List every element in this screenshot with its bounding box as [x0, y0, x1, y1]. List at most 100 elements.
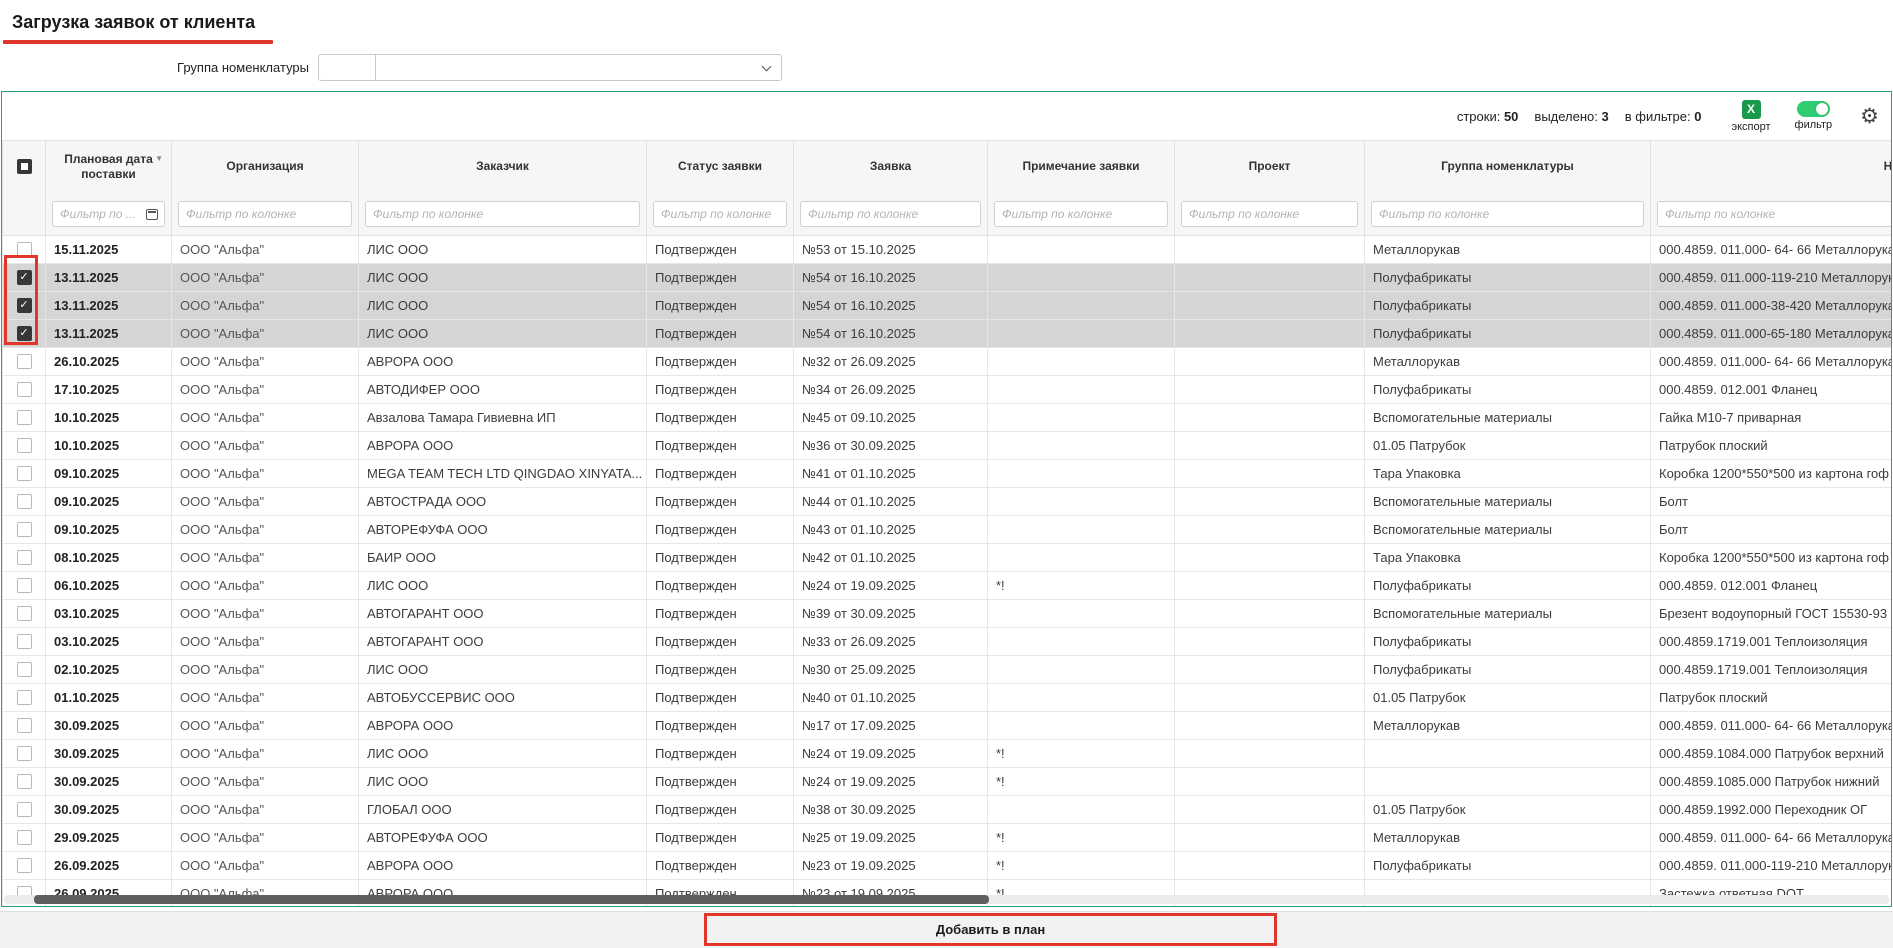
row-checkbox[interactable]: [17, 746, 32, 761]
column-header-nomenclature[interactable]: Номенклатура: [1651, 141, 1892, 193]
table-row[interactable]: 02.10.2025ООО "Альфа"ЛИС ОООПодтвержден№…: [3, 656, 1892, 684]
table-row[interactable]: 01.10.2025ООО "Альфа"АВТОБУССЕРВИС ОООПо…: [3, 684, 1892, 712]
filter-toggle[interactable]: фильтр: [1795, 101, 1833, 131]
cell-note: [988, 656, 1175, 684]
filter-input-request[interactable]: [800, 201, 981, 227]
table-row[interactable]: 30.09.2025ООО "Альфа"ГЛОБАЛ ОООПодтвержд…: [3, 796, 1892, 824]
cell-org: ООО "Альфа": [172, 852, 359, 880]
table-row[interactable]: ✓13.11.2025ООО "Альфа"ЛИС ОООПодтвержден…: [3, 292, 1892, 320]
row-checkbox[interactable]: ✓: [17, 326, 32, 341]
cell-customer: MEGA TEAM TECH LTD QINGDAO XINYATA...: [359, 460, 647, 488]
column-header-customer[interactable]: Заказчик: [359, 141, 647, 193]
row-checkbox[interactable]: [17, 802, 32, 817]
cell-group: Вспомогательные материалы: [1365, 404, 1651, 432]
table-row[interactable]: 09.10.2025ООО "Альфа"АВТОСТРАДА ОООПодтв…: [3, 488, 1892, 516]
cell-request: №33 от 26.09.2025: [794, 628, 988, 656]
row-checkbox[interactable]: [17, 354, 32, 369]
column-header-group[interactable]: Группа номенклатуры: [1365, 141, 1651, 193]
row-checkbox[interactable]: [17, 550, 32, 565]
column-header-note[interactable]: Примечание заявки: [988, 141, 1175, 193]
filter-input-nomenclature[interactable]: [1657, 201, 1891, 227]
cell-date: 26.09.2025: [46, 852, 172, 880]
table-row[interactable]: 30.09.2025ООО "Альфа"ЛИС ОООПодтвержден№…: [3, 768, 1892, 796]
column-header-request[interactable]: Заявка: [794, 141, 988, 193]
filter-input-status[interactable]: [653, 201, 787, 227]
table-row[interactable]: 15.11.2025ООО "Альфа"ЛИС ОООПодтвержден№…: [3, 236, 1892, 264]
cell-request: №24 от 19.09.2025: [794, 768, 988, 796]
row-select-cell: ✓: [3, 320, 46, 348]
table-row[interactable]: 09.10.2025ООО "Альфа"АВТОРЕФУФА ОООПодтв…: [3, 516, 1892, 544]
cell-customer: АВРОРА ООО: [359, 348, 647, 376]
filter-input-org[interactable]: [178, 201, 352, 227]
export-button[interactable]: X экспорт: [1731, 100, 1770, 133]
filter-input-group[interactable]: [1371, 201, 1644, 227]
column-header-date[interactable]: Плановая дата поставки▼: [46, 141, 172, 193]
table-row[interactable]: 10.10.2025ООО "Альфа"Авзалова Тамара Гив…: [3, 404, 1892, 432]
row-checkbox[interactable]: [17, 830, 32, 845]
group-select[interactable]: [376, 54, 782, 81]
row-checkbox[interactable]: [17, 410, 32, 425]
cell-note: [988, 404, 1175, 432]
cell-status: Подтвержден: [647, 572, 794, 600]
row-select-cell: [3, 404, 46, 432]
gear-icon[interactable]: ⚙: [1860, 106, 1879, 127]
table-row[interactable]: 26.10.2025ООО "Альфа"АВРОРА ОООПодтвержд…: [3, 348, 1892, 376]
row-checkbox[interactable]: [17, 718, 32, 733]
cell-nomenclature: Коробка 1200*550*500 из картона гоф: [1651, 544, 1892, 572]
group-code-input[interactable]: [318, 54, 376, 81]
table-row[interactable]: 03.10.2025ООО "Альфа"АВТОГАРАНТ ОООПодтв…: [3, 628, 1892, 656]
column-header-org[interactable]: Организация: [172, 141, 359, 193]
cell-status: Подтвержден: [647, 320, 794, 348]
row-checkbox[interactable]: [17, 438, 32, 453]
cell-request: №32 от 26.09.2025: [794, 348, 988, 376]
row-checkbox[interactable]: [17, 242, 32, 257]
row-checkbox[interactable]: [17, 662, 32, 677]
column-header-status[interactable]: Статус заявки: [647, 141, 794, 193]
calendar-icon[interactable]: [146, 209, 158, 220]
row-checkbox[interactable]: [17, 858, 32, 873]
filter-cell-request: [794, 193, 988, 236]
table-row[interactable]: 29.09.2025ООО "Альфа"АВТОРЕФУФА ОООПодтв…: [3, 824, 1892, 852]
table-row[interactable]: 30.09.2025ООО "Альфа"АВРОРА ОООПодтвержд…: [3, 712, 1892, 740]
table-row[interactable]: 08.10.2025ООО "Альфа"БАИР ОООПодтвержден…: [3, 544, 1892, 572]
filter-input-note[interactable]: [994, 201, 1168, 227]
table-row[interactable]: 09.10.2025ООО "Альфа"MEGA TEAM TECH LTD …: [3, 460, 1892, 488]
table-row[interactable]: 06.10.2025ООО "Альфа"ЛИС ОООПодтвержден№…: [3, 572, 1892, 600]
row-checkbox[interactable]: [17, 606, 32, 621]
row-checkbox[interactable]: [17, 690, 32, 705]
row-checkbox[interactable]: [17, 634, 32, 649]
cell-group: Металлорукав: [1365, 348, 1651, 376]
row-checkbox[interactable]: [17, 494, 32, 509]
table-row[interactable]: ✓13.11.2025ООО "Альфа"ЛИС ОООПодтвержден…: [3, 264, 1892, 292]
table-row[interactable]: 26.09.2025ООО "Альфа"АВРОРА ОООПодтвержд…: [3, 852, 1892, 880]
table-row[interactable]: 17.10.2025ООО "Альфа"АВТОДИФЕР ОООПодтве…: [3, 376, 1892, 404]
row-checkbox[interactable]: ✓: [17, 298, 32, 313]
table-row[interactable]: ✓13.11.2025ООО "Альфа"ЛИС ОООПодтвержден…: [3, 320, 1892, 348]
row-checkbox[interactable]: [17, 522, 32, 537]
cell-org: ООО "Альфа": [172, 376, 359, 404]
requests-table: Плановая дата поставки▼ОрганизацияЗаказч…: [2, 140, 1891, 907]
add-to-plan-button[interactable]: Добавить в план: [704, 913, 1277, 946]
row-checkbox[interactable]: ✓: [17, 270, 32, 285]
filter-input-project[interactable]: [1181, 201, 1358, 227]
table-row[interactable]: 30.09.2025ООО "Альфа"ЛИС ОООПодтвержден№…: [3, 740, 1892, 768]
column-header-project[interactable]: Проект: [1175, 141, 1365, 193]
horizontal-scrollbar[interactable]: [4, 895, 1889, 904]
row-checkbox[interactable]: [17, 774, 32, 789]
filter-toggle-switch[interactable]: [1797, 101, 1830, 117]
row-checkbox[interactable]: [17, 578, 32, 593]
horizontal-scrollbar-thumb[interactable]: [34, 895, 989, 904]
requests-table-panel: строки: 50 выделено: 3 в фильтре: 0 X эк…: [1, 91, 1892, 907]
table-row[interactable]: 10.10.2025ООО "Альфа"АВРОРА ОООПодтвержд…: [3, 432, 1892, 460]
row-checkbox[interactable]: [17, 382, 32, 397]
table-row[interactable]: 03.10.2025ООО "Альфа"АВТОГАРАНТ ОООПодтв…: [3, 600, 1892, 628]
cell-status: Подтвержден: [647, 824, 794, 852]
filter-input-customer[interactable]: [365, 201, 640, 227]
select-all-checkbox[interactable]: [17, 159, 32, 174]
row-checkbox[interactable]: [17, 466, 32, 481]
cell-note: [988, 348, 1175, 376]
cell-note: *!: [988, 572, 1175, 600]
cell-org: ООО "Альфа": [172, 488, 359, 516]
filter-cell-status: [647, 193, 794, 236]
cell-group: Вспомогательные материалы: [1365, 488, 1651, 516]
